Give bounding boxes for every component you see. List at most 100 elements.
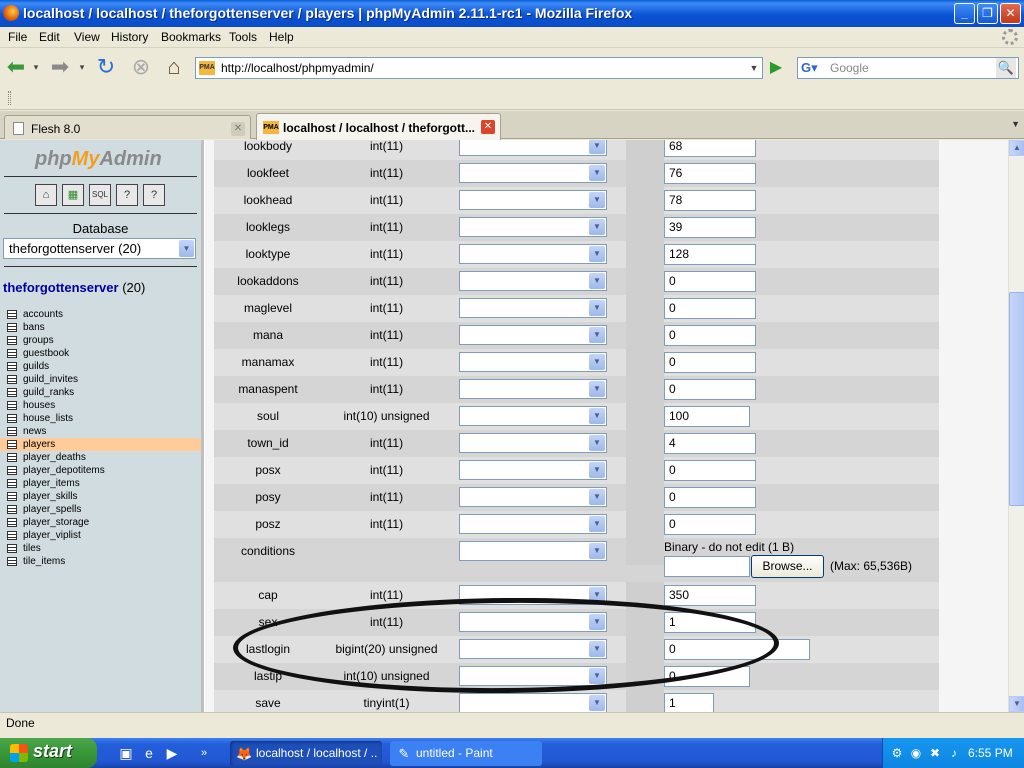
- field-value-input[interactable]: 0: [664, 666, 750, 687]
- table-name-link[interactable]: player_deaths: [23, 451, 86, 464]
- search-box[interactable]: G▾ Google 🔍: [797, 57, 1019, 79]
- restore-button[interactable]: ❐: [977, 3, 998, 24]
- field-value-input[interactable]: 0: [664, 487, 756, 508]
- table-name-link[interactable]: player_items: [23, 477, 80, 490]
- table-name-link[interactable]: guild_invites: [23, 373, 78, 386]
- sidebar-table-item[interactable]: news: [0, 425, 201, 438]
- field-value-input[interactable]: 68: [664, 140, 756, 157]
- menu-tools[interactable]: Tools: [229, 30, 257, 44]
- tab-flesh[interactable]: Flesh 8.0 ✕: [4, 115, 251, 139]
- show-desktop-icon[interactable]: ▣: [118, 745, 134, 761]
- table-name-link[interactable]: accounts: [23, 308, 63, 321]
- function-select[interactable]: ▼: [459, 190, 607, 210]
- field-value-input[interactable]: 0: [664, 379, 756, 400]
- function-select[interactable]: ▼: [459, 487, 607, 507]
- forward-history-dropdown-icon[interactable]: ▾: [75, 55, 89, 79]
- function-select[interactable]: ▼: [459, 541, 607, 561]
- menu-bookmarks[interactable]: Bookmarks: [161, 30, 221, 44]
- sidebar-table-item[interactable]: accounts: [0, 308, 201, 321]
- sidebar-table-item[interactable]: player_skills: [0, 490, 201, 503]
- sidebar-table-item[interactable]: player_spells: [0, 503, 201, 516]
- table-icon[interactable]: [7, 310, 17, 319]
- table-icon[interactable]: [7, 531, 17, 540]
- internet-explorer-icon[interactable]: e: [141, 745, 157, 761]
- sidebar-table-item[interactable]: house_lists: [0, 412, 201, 425]
- sidebar-table-item[interactable]: guild_ranks: [0, 386, 201, 399]
- function-select[interactable]: ▼: [459, 406, 607, 426]
- function-select[interactable]: ▼: [459, 140, 607, 156]
- field-value-input[interactable]: 78: [664, 190, 756, 211]
- window-title-bar[interactable]: localhost / localhost / theforgottenserv…: [0, 0, 1024, 27]
- phpmyadmin-logo[interactable]: phpMyAdmin: [35, 148, 162, 171]
- table-icon[interactable]: [7, 362, 17, 371]
- sidebar-table-item[interactable]: bans: [0, 321, 201, 334]
- field-value-input[interactable]: 350: [664, 585, 756, 606]
- function-select[interactable]: ▼: [459, 460, 607, 480]
- function-select[interactable]: ▼: [459, 325, 607, 345]
- media-player-icon[interactable]: ▶: [164, 745, 180, 761]
- field-value-input[interactable]: 4: [664, 433, 756, 454]
- tab-close-icon[interactable]: ✕: [231, 122, 245, 136]
- tab-list-dropdown-icon[interactable]: ▼: [1011, 119, 1020, 129]
- menu-edit[interactable]: Edit: [39, 30, 60, 44]
- forward-arrow-icon[interactable]: ➡: [48, 55, 72, 79]
- field-value-input[interactable]: 1: [664, 693, 714, 712]
- scroll-down-icon[interactable]: ▼: [1009, 696, 1024, 712]
- taskbar-button-paint[interactable]: ✎ untitled - Paint: [390, 741, 542, 766]
- table-name-link[interactable]: player_skills: [23, 490, 77, 503]
- function-select[interactable]: ▼: [459, 612, 607, 632]
- file-upload-input[interactable]: [664, 556, 750, 577]
- query-window-icon[interactable]: ▦: [62, 184, 84, 206]
- sidebar-table-item[interactable]: player_viplist: [0, 529, 201, 542]
- sidebar-table-item[interactable]: guild_invites: [0, 373, 201, 386]
- function-select[interactable]: ▼: [459, 666, 607, 686]
- table-name-link[interactable]: player_spells: [23, 503, 81, 516]
- table-name-link[interactable]: tiles: [23, 542, 41, 555]
- table-icon[interactable]: [7, 466, 17, 475]
- tab-phpmyadmin[interactable]: PMA localhost / localhost / theforgott..…: [256, 113, 501, 140]
- function-select[interactable]: ▼: [459, 639, 607, 659]
- toolbar-grip[interactable]: [8, 91, 11, 105]
- table-icon[interactable]: [7, 388, 17, 397]
- back-history-dropdown-icon[interactable]: ▾: [29, 55, 43, 79]
- table-name-link[interactable]: house_lists: [23, 412, 73, 425]
- url-history-dropdown-icon[interactable]: ▼: [746, 58, 762, 78]
- reload-icon[interactable]: ↻: [94, 55, 118, 79]
- table-icon[interactable]: [7, 518, 17, 527]
- table-icon[interactable]: [7, 544, 17, 553]
- field-value-input[interactable]: 0: [664, 514, 756, 535]
- scroll-up-icon[interactable]: ▲: [1009, 140, 1024, 156]
- docs-icon[interactable]: ?: [116, 184, 138, 206]
- volume-icon[interactable]: ♪: [946, 745, 962, 761]
- table-name-link[interactable]: houses: [23, 399, 55, 412]
- sidebar-table-item[interactable]: houses: [0, 399, 201, 412]
- help-icon[interactable]: ?: [143, 184, 165, 206]
- function-select[interactable]: ▼: [459, 271, 607, 291]
- sidebar-table-item[interactable]: player_deaths: [0, 451, 201, 464]
- table-icon[interactable]: [7, 492, 17, 501]
- sql-icon[interactable]: SQL: [89, 184, 111, 206]
- table-name-link[interactable]: groups: [23, 334, 54, 347]
- sidebar-table-item[interactable]: player_items: [0, 477, 201, 490]
- sidebar-table-item[interactable]: guestbook: [0, 347, 201, 360]
- scrollbar-thumb[interactable]: [1009, 292, 1024, 506]
- field-value-input[interactable]: 39: [664, 217, 756, 238]
- table-name-link[interactable]: players: [23, 438, 55, 451]
- table-icon[interactable]: [7, 505, 17, 514]
- table-name-link[interactable]: tile_items: [23, 555, 65, 568]
- address-bar[interactable]: PMA http://localhost/phpmyadmin/ ▼: [195, 57, 763, 79]
- table-name-link[interactable]: player_depotitems: [23, 464, 105, 477]
- function-select[interactable]: ▼: [459, 217, 607, 237]
- browse-button[interactable]: Browse...: [751, 555, 824, 578]
- search-engine-icon[interactable]: G▾: [801, 60, 825, 76]
- table-name-link[interactable]: player_viplist: [23, 529, 81, 542]
- function-select[interactable]: ▼: [459, 693, 607, 712]
- function-select[interactable]: ▼: [459, 433, 607, 453]
- go-arrow-icon[interactable]: ▶: [765, 57, 787, 79]
- function-select[interactable]: ▼: [459, 163, 607, 183]
- table-icon[interactable]: [7, 414, 17, 423]
- table-icon[interactable]: [7, 427, 17, 436]
- home-icon[interactable]: ⌂: [35, 184, 57, 206]
- vertical-scrollbar[interactable]: ▲ ▼: [1008, 140, 1024, 712]
- field-value-input[interactable]: 76: [664, 163, 756, 184]
